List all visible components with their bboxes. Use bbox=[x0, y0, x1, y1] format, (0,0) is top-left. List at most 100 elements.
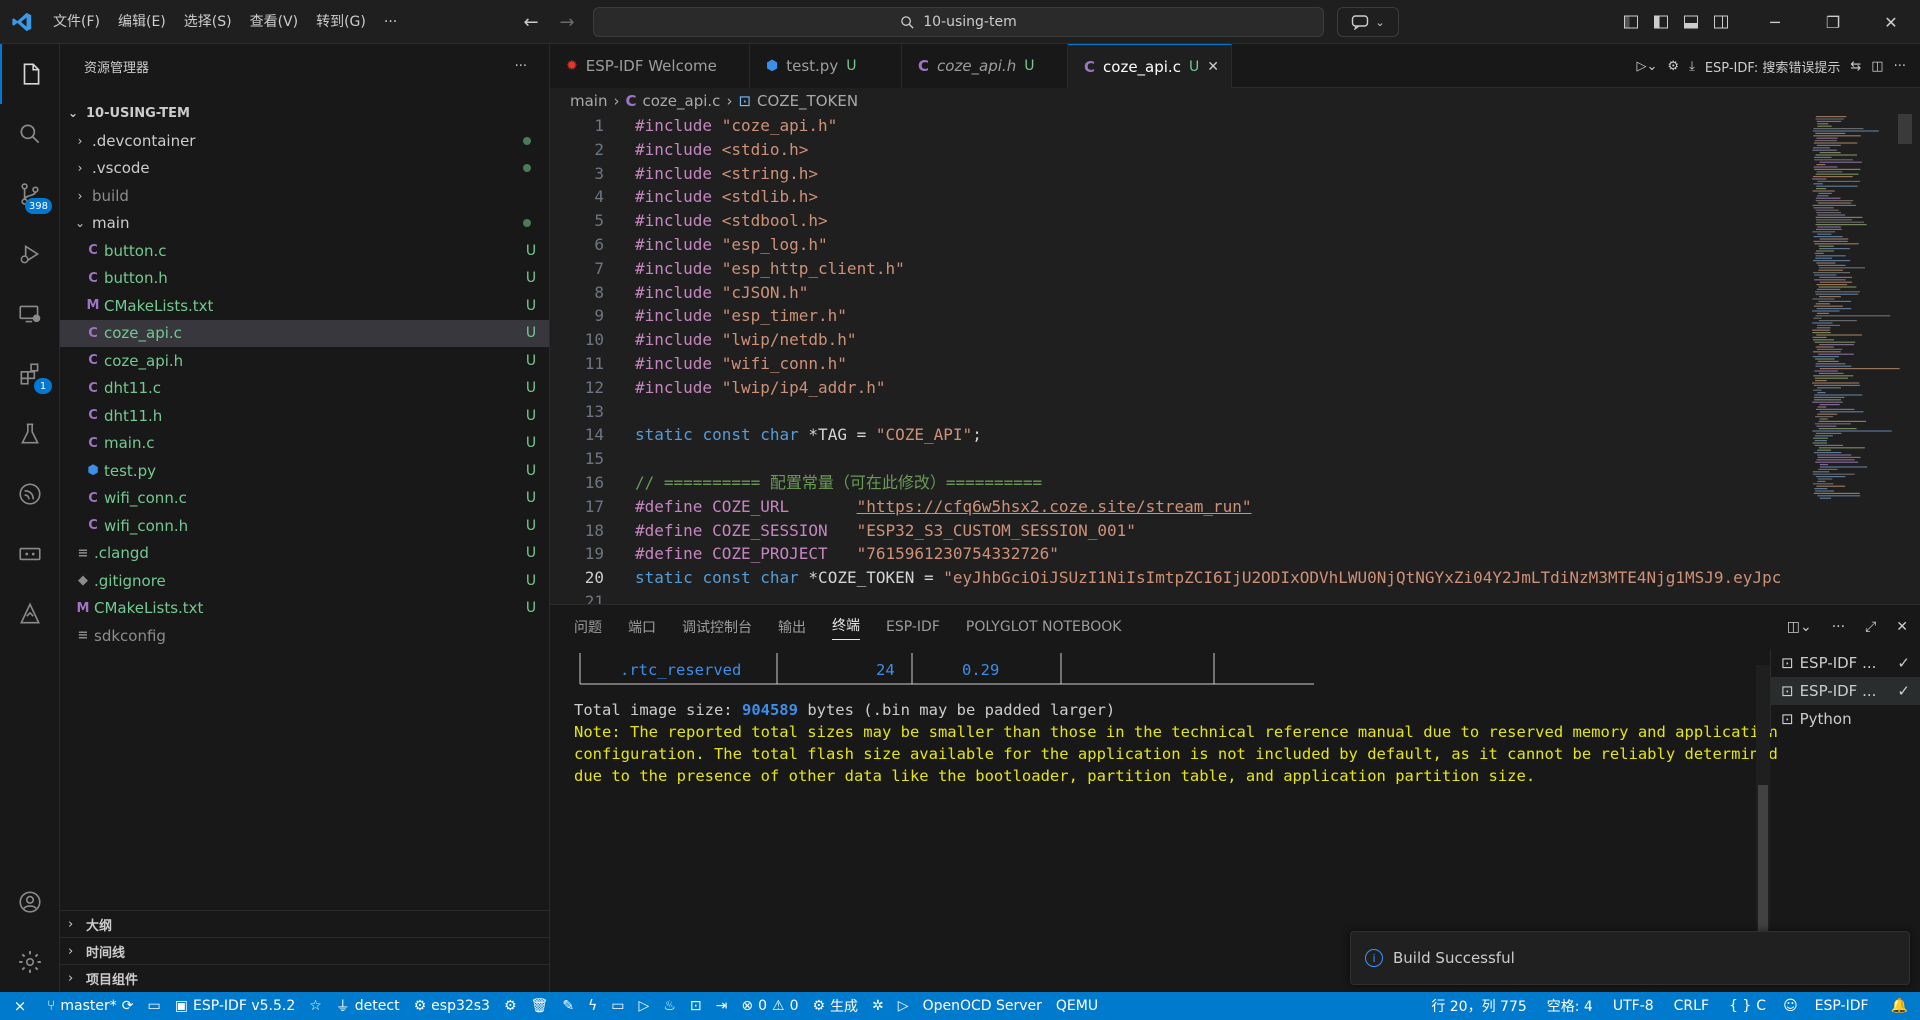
tree-item[interactable]: › build bbox=[60, 182, 549, 210]
accounts-icon[interactable] bbox=[0, 872, 60, 932]
build-button[interactable]: ⚙ 生成 bbox=[805, 992, 865, 1020]
command-center-search[interactable]: 10-using-tem bbox=[593, 7, 1324, 37]
notifications-bell-icon[interactable]: 🔔 bbox=[1879, 992, 1920, 1020]
esp-idf-status[interactable]: ESP-IDF bbox=[1805, 992, 1879, 1020]
tab-coze-api-c[interactable]: C coze_api.c U ✕ bbox=[1068, 44, 1232, 88]
esp-idf-version[interactable]: ▣ ESP-IDF v5.5.2 bbox=[168, 992, 302, 1020]
code-editor[interactable]: 1 2 3 4 5 6 7 8 9 10 11 12 13 14 15 16 17 18 19 20 21 #inclu… bbox=[550, 114, 1920, 604]
full-clean-icon[interactable]: 🗑 bbox=[524, 992, 556, 1020]
sidebar-more-icon[interactable]: ··· bbox=[515, 59, 527, 74]
panel-tab-terminal[interactable]: 终端 bbox=[832, 615, 860, 640]
tree-item[interactable]: Cdht11.c U bbox=[60, 375, 549, 403]
toggle-secondary-sidebar-icon[interactable] bbox=[1706, 0, 1736, 44]
line-ending[interactable]: CRLF bbox=[1664, 992, 1719, 1020]
terminal-item-selected[interactable]: ⊡ ESP-IDF ... ✓ bbox=[1771, 677, 1920, 705]
tree-item[interactable]: Ccoze_api.h U bbox=[60, 347, 549, 375]
git-branch[interactable]: ⑂ master* ⟳ bbox=[40, 992, 141, 1020]
terminal-item[interactable]: ⊡ ESP-IDF ... ✓ bbox=[1771, 649, 1920, 677]
star-icon[interactable]: ☆ bbox=[302, 992, 329, 1020]
run-debug-icon[interactable] bbox=[0, 224, 60, 284]
esp-idf-action-label[interactable]: ESP-IDF: 搜索错误提示 bbox=[1705, 57, 1841, 76]
tree-item[interactable]: M CMakeLists.txt U bbox=[60, 595, 549, 623]
tree-item[interactable]: Cbutton.c U bbox=[60, 237, 549, 265]
more-actions-icon[interactable]: ··· bbox=[1832, 619, 1845, 635]
build-wrench-icon[interactable]: ✎ bbox=[555, 992, 581, 1020]
copilot-button[interactable]: ⌄ bbox=[1337, 7, 1399, 37]
language-mode[interactable]: { } C bbox=[1719, 992, 1776, 1020]
menu-more[interactable]: ··· bbox=[375, 0, 406, 44]
problems-indicator[interactable]: ⊗ 0 ⚠ 0 bbox=[734, 992, 805, 1020]
extensions-icon[interactable]: 1 bbox=[0, 344, 60, 404]
run-debug-dropdown-icon[interactable]: ▷⌄ bbox=[1637, 59, 1658, 74]
maximize-panel-icon[interactable]: ⤢ bbox=[1865, 619, 1876, 635]
encoding[interactable]: UTF-8 bbox=[1603, 992, 1664, 1020]
panel-tab-esp-idf[interactable]: ESP-IDF bbox=[886, 619, 940, 635]
tree-item[interactable]: Cbutton.h U bbox=[60, 265, 549, 293]
workspace-root[interactable]: ⌄ 10-USING-TEM bbox=[60, 102, 549, 124]
tree-item[interactable]: Ccoze_api.c U bbox=[60, 319, 549, 347]
flash-icon[interactable]: ϟ bbox=[581, 992, 604, 1020]
testing-flask-icon[interactable] bbox=[0, 404, 60, 464]
build-download-icon[interactable]: ⤓ bbox=[1689, 59, 1695, 74]
tab-coze-api-h[interactable]: C coze_api.h U bbox=[902, 44, 1068, 88]
device-icon[interactable] bbox=[0, 524, 60, 584]
toggle-primary-sidebar-icon[interactable] bbox=[1646, 0, 1676, 44]
breadcrumb-symbol[interactable]: COZE_TOKEN bbox=[757, 92, 858, 110]
panel-tab-ports[interactable]: 端口 bbox=[628, 617, 656, 637]
source-control-icon[interactable]: 398 bbox=[0, 164, 60, 224]
customize-layout-icon[interactable] bbox=[1616, 0, 1646, 44]
breadcrumb-folder[interactable]: main bbox=[570, 92, 607, 110]
copilot-status-icon[interactable]: ☺ bbox=[1776, 992, 1805, 1020]
scrollbar-thumb[interactable] bbox=[1758, 785, 1768, 935]
restore-icon[interactable]: ❐ bbox=[1804, 0, 1862, 44]
remote-indicator-icon[interactable]: ⨯ bbox=[0, 992, 40, 1020]
panel-tab-problems[interactable]: 问题 bbox=[574, 617, 602, 637]
run-icon[interactable]: ▷ bbox=[891, 992, 916, 1020]
tree-item[interactable]: M CMakeLists.txt U bbox=[60, 292, 549, 320]
target-chip[interactable]: ⚙ esp32s3 bbox=[407, 992, 497, 1020]
notification-toast[interactable]: i Build Successful bbox=[1350, 931, 1910, 985]
openocd-server[interactable]: OpenOCD Server bbox=[916, 992, 1049, 1020]
project-components-section[interactable]: › 项目组件 bbox=[60, 964, 550, 991]
tree-item[interactable]: Cmain.c U bbox=[60, 430, 549, 458]
debug-icon[interactable]: ▷ bbox=[632, 992, 657, 1020]
tree-item[interactable]: ≡ sdkconfig bbox=[60, 622, 549, 650]
forward-arrow-icon[interactable]: → bbox=[556, 12, 578, 33]
close-tab-icon[interactable]: ✕ bbox=[1207, 59, 1219, 75]
split-terminal-icon[interactable]: ◫⌄ bbox=[1787, 619, 1812, 635]
close-window-icon[interactable]: ✕ bbox=[1862, 0, 1920, 44]
menu-view[interactable]: 查看(V) bbox=[241, 0, 308, 44]
tree-item[interactable]: Cwifi_conn.c U bbox=[60, 485, 549, 513]
tab-test-py[interactable]: ⬢ test.py U bbox=[750, 44, 902, 88]
close-panel-icon[interactable]: ✕ bbox=[1896, 619, 1908, 635]
terminal-icon[interactable]: ⊡ bbox=[683, 992, 709, 1020]
panel-tab-debug-console[interactable]: 调试控制台 bbox=[682, 617, 752, 637]
port-detect[interactable]: ⏚ detect bbox=[329, 992, 407, 1020]
tree-item[interactable]: ≡ .clangd U bbox=[60, 540, 549, 568]
tree-item[interactable]: › .vscode bbox=[60, 155, 549, 183]
menu-selection[interactable]: 选择(S) bbox=[175, 0, 241, 44]
menu-file[interactable]: 文件(F) bbox=[44, 0, 109, 44]
monitor-icon[interactable]: ▭ bbox=[604, 992, 631, 1020]
compare-icon[interactable]: ⇆ bbox=[1850, 59, 1861, 74]
timeline-section[interactable]: › 时间线 bbox=[60, 937, 550, 964]
cursor-position[interactable]: 行 20，列 775 bbox=[1421, 992, 1536, 1020]
terminal-item[interactable]: ⊡ Python bbox=[1771, 705, 1920, 733]
minimize-icon[interactable]: ─ bbox=[1746, 0, 1804, 44]
tree-item[interactable]: Cwifi_conn.h U bbox=[60, 512, 549, 540]
toggle-panel-icon[interactable] bbox=[1676, 0, 1706, 44]
esp-tools-icon[interactable] bbox=[0, 584, 60, 644]
explorer-icon[interactable] bbox=[0, 44, 60, 104]
flame-icon[interactable]: ♨ bbox=[656, 992, 683, 1020]
tree-item[interactable]: Cdht11.h U bbox=[60, 402, 549, 430]
tree-item[interactable]: ⬢ test.py U bbox=[60, 457, 549, 485]
panel-tab-polyglot[interactable]: POLYGLOT NOTEBOOK bbox=[966, 619, 1122, 635]
tree-item[interactable]: ◆ .gitignore U bbox=[60, 567, 549, 595]
sdk-config-icon[interactable]: ⚙ bbox=[497, 992, 524, 1020]
settings-gear-icon[interactable] bbox=[0, 932, 60, 992]
tree-item[interactable]: ⌄ main bbox=[60, 210, 549, 238]
remote-explorer-icon[interactable] bbox=[0, 284, 60, 344]
panel-tab-output[interactable]: 输出 bbox=[778, 617, 806, 637]
minimap[interactable] bbox=[1802, 114, 1912, 604]
folder-icon[interactable]: ▭ bbox=[141, 992, 168, 1020]
